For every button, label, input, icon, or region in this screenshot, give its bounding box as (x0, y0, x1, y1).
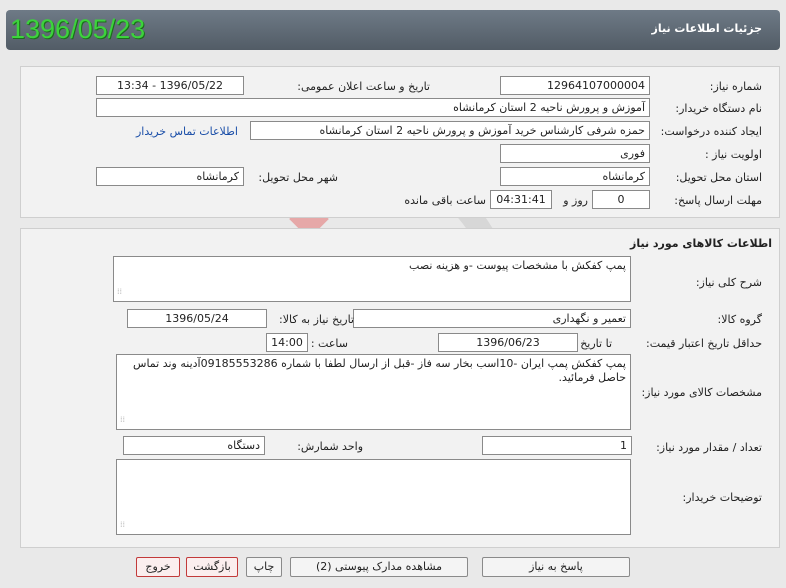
need-date-label: تاریخ نیاز به کالا: (279, 313, 354, 326)
specs-label: مشخصات کالای مورد نیاز: (641, 386, 762, 399)
until-label: تا تاریخ : (573, 337, 612, 350)
priority-label: اولویت نیاز : (704, 148, 762, 161)
goods-section-title: اطلاعات کالاهای مورد نیاز (630, 237, 772, 250)
summary-label: شرح کلی نیاز: (695, 276, 762, 289)
need-number-label: شماره نیاز: (709, 80, 762, 93)
group-field: تعمیر و نگهداری (353, 309, 631, 328)
contact-info-link[interactable]: اطلاعات تماس خریدار (136, 125, 238, 138)
deadline-label: مهلت ارسال پاسخ: (674, 194, 762, 207)
province-label: استان محل تحویل: (675, 171, 762, 184)
unit-field: دستگاه (123, 436, 265, 455)
group-label: گروه کالا: (717, 313, 762, 326)
buyer-notes-label: توضیحات خریدار: (682, 491, 763, 504)
need-date-field: 1396/05/24 (127, 309, 267, 328)
date-badge: 1396/05/23 (10, 14, 146, 44)
specs-field: پمپ کفکش پمپ ایران -10اسب بخار سه فاز -ق… (116, 354, 631, 430)
buyer-org-field: آموزش و پرورش ناحیه 2 استان کرمانشاه (96, 98, 650, 117)
until-date-field: 1396/06/23 (438, 333, 578, 352)
city-field: کرمانشاه (96, 167, 244, 186)
resize-grip-icon: ⁞⁞ (120, 415, 126, 424)
back-button[interactable]: بازگشت (186, 557, 238, 577)
print-button[interactable]: چاپ (246, 557, 282, 577)
summary-field: پمپ کفکش با مشخصات پیوست -و هزینه نصب ⁞⁞ (113, 256, 631, 302)
remaining-label: ساعت باقی مانده (404, 194, 486, 207)
resize-grip-icon: ⁞⁞ (117, 287, 123, 296)
announce-label: تاریخ و ساعت اعلان عمومی: (297, 80, 430, 93)
page-title: جزئیات اطلاعات نیاز (651, 22, 763, 35)
priority-field: فوری (500, 144, 650, 163)
exit-button[interactable]: خروج (136, 557, 180, 577)
resize-grip-icon: ⁞⁞ (120, 520, 126, 529)
unit-label: واحد شمارش: (297, 440, 363, 453)
announce-field: 1396/05/22 - 13:34 (96, 76, 244, 95)
reply-button[interactable]: پاسخ به نیاز (482, 557, 630, 577)
city-label: شهر محل تحویل: (258, 171, 338, 184)
need-number-field: 12964107000004 (500, 76, 650, 95)
qty-label: تعداد / مقدار مورد نیاز: (656, 441, 762, 454)
requester-label: ایجاد کننده درخواست: (660, 125, 762, 138)
qty-field: 1 (482, 436, 632, 455)
days-label: روز و (563, 194, 588, 207)
summary-text: پمپ کفکش با مشخصات پیوست -و هزینه نصب (409, 259, 626, 272)
hour-label: ساعت : (310, 337, 348, 350)
buyer-notes-field: ⁞⁞ (116, 459, 631, 535)
validity-label: حداقل تاریخ اعتبار قیمت: (646, 337, 762, 350)
specs-text: پمپ کفکش پمپ ایران -10اسب بخار سه فاز -ق… (133, 357, 626, 384)
time-remaining-field: 04:31:41 (490, 190, 552, 209)
province-field: کرمانشاه (500, 167, 650, 186)
buyer-org-label: نام دستگاه خریدار: (675, 102, 762, 115)
days-field: 0 (592, 190, 650, 209)
hour-field: 14:00 (266, 333, 308, 352)
attachments-button[interactable]: مشاهده مدارک پیوستی (2) (290, 557, 468, 577)
requester-field: حمزه شرفی کارشناس خرید آموزش و پرورش ناح… (250, 121, 650, 140)
